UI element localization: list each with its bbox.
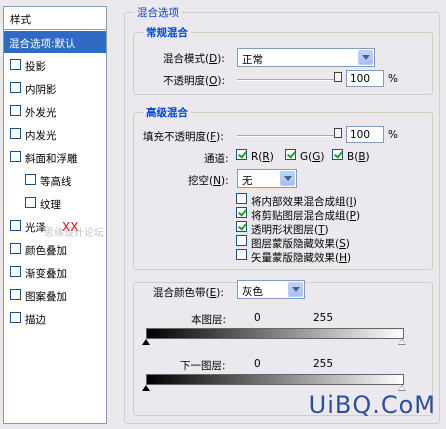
fill-opacity-slider-track[interactable]: [237, 135, 339, 137]
style-item-label: 纹理: [40, 199, 61, 211]
style-item-label: 斜面和浮雕: [25, 153, 78, 165]
vector-mask-hides-effects-label: 矢量蒙版隐藏效果(H): [251, 252, 352, 264]
site-watermark: UiBQ.CoM: [308, 391, 436, 419]
inner-shadow-checkbox[interactable]: [10, 82, 21, 93]
this-layer-gradient: [146, 328, 404, 339]
opacity-input[interactable]: 100: [346, 70, 384, 87]
blend-if-select[interactable]: 灰色: [237, 280, 305, 299]
style-item-outer-glow[interactable]: 外发光: [4, 100, 106, 122]
underlying-layer-max-value: 255: [313, 358, 334, 370]
channel-g-checkbox[interactable]: [285, 149, 296, 160]
blend-if-label: 混合颜色带(E):: [153, 287, 224, 299]
stroke-checkbox[interactable]: [10, 312, 21, 323]
bevel-emboss-checkbox[interactable]: [10, 151, 21, 162]
transparency-shapes-layer-label: 透明形状图层(T): [251, 224, 329, 236]
channel-g-label: G(G): [300, 151, 325, 163]
outer-glow-checkbox[interactable]: [10, 105, 21, 116]
layer-mask-hides-effects-label: 图层蒙版隐藏效果(S): [251, 238, 350, 250]
style-list: 样式 混合选项:默认 投影 内阴影 外发光 内发光 斜面和浮雕 等高线 纹理 光…: [3, 6, 107, 424]
opacity-slider-track[interactable]: [237, 79, 339, 81]
style-item-inner-shadow[interactable]: 内阴影: [4, 77, 106, 99]
pattern-overlay-checkbox[interactable]: [10, 289, 21, 300]
opacity-unit: %: [388, 73, 398, 85]
blend-mode-select[interactable]: 正常: [237, 48, 375, 67]
blending-options-title: 混合选项: [134, 5, 182, 20]
chevron-down-icon: [280, 171, 295, 186]
gradient-overlay-checkbox[interactable]: [10, 266, 21, 277]
style-item-inner-glow[interactable]: 内发光: [4, 123, 106, 145]
underlying-layer-gradient: [146, 374, 404, 385]
layer-mask-hides-effects-checkbox[interactable]: [236, 235, 247, 246]
style-item-label: 光泽: [25, 222, 46, 234]
underlying-layer-black-slider[interactable]: [142, 385, 150, 391]
channel-b-label: B(B): [347, 151, 370, 163]
this-layer-min-value: 0: [254, 312, 261, 324]
inner-glow-checkbox[interactable]: [10, 128, 21, 139]
knockout-value: 无: [242, 175, 253, 187]
channel-r-label: R(R): [251, 151, 274, 163]
style-item-label: 内发光: [25, 130, 57, 142]
style-item-pattern-overlay[interactable]: 图案叠加: [4, 284, 106, 306]
fill-opacity-input[interactable]: 100: [346, 126, 384, 143]
this-layer-black-slider[interactable]: [142, 339, 150, 345]
style-item-label: 渐变叠加: [25, 268, 67, 280]
style-item-label: 描边: [25, 314, 46, 326]
fill-opacity-label: 填充不透明度(F):: [143, 131, 224, 143]
color-overlay-checkbox[interactable]: [10, 243, 21, 254]
style-list-header: 样式: [4, 7, 106, 30]
texture-checkbox[interactable]: [25, 197, 36, 208]
style-item-label: 颜色叠加: [25, 245, 67, 257]
style-item-label: 外发光: [25, 107, 57, 119]
advanced-blending-title: 高级混合: [143, 105, 191, 120]
underlying-layer-label: 下一图层:: [180, 360, 226, 372]
this-layer-label: 本图层:: [191, 314, 227, 326]
chevron-down-icon: [288, 282, 303, 297]
style-item-bevel-emboss[interactable]: 斜面和浮雕: [4, 146, 106, 168]
style-item-label: 混合选项:默认: [9, 38, 76, 50]
this-layer-white-slider[interactable]: [398, 339, 406, 345]
style-item-texture[interactable]: 纹理: [4, 192, 106, 214]
style-item-gradient-overlay[interactable]: 渐变叠加: [4, 261, 106, 283]
transparency-shapes-layer-checkbox[interactable]: [236, 221, 247, 232]
satin-checkbox[interactable]: [10, 220, 21, 231]
channels-label: 通道:: [204, 153, 229, 165]
fill-opacity-unit: %: [388, 129, 398, 141]
style-item-stroke[interactable]: 描边: [4, 307, 106, 329]
drop-shadow-checkbox[interactable]: [10, 59, 21, 70]
style-item-label: 等高线: [40, 176, 72, 188]
style-item-drop-shadow[interactable]: 投影: [4, 54, 106, 76]
general-blending-title: 常规混合: [143, 25, 191, 40]
red-overlay-mark: XX: [62, 220, 79, 234]
this-layer-max-value: 255: [313, 312, 334, 324]
chevron-down-icon: [358, 50, 373, 65]
blend-interior-effects-checkbox[interactable]: [236, 193, 247, 204]
style-item-color-overlay[interactable]: 颜色叠加: [4, 238, 106, 260]
fill-opacity-slider-thumb[interactable]: [334, 128, 342, 138]
blend-clipped-layers-label: 将剪贴图层混合成组(P): [251, 210, 361, 222]
style-item-contour[interactable]: 等高线: [4, 169, 106, 191]
blend-mode-value: 正常: [242, 54, 263, 66]
blend-clipped-layers-checkbox[interactable]: [236, 207, 247, 218]
blend-if-value: 灰色: [242, 286, 263, 298]
knockout-select[interactable]: 无: [237, 169, 297, 188]
knockout-label: 挖空(N):: [188, 175, 229, 187]
blend-interior-effects-label: 将内部效果混合成组(I): [251, 196, 357, 208]
channel-r-checkbox[interactable]: [236, 149, 247, 160]
opacity-slider-thumb[interactable]: [334, 72, 342, 82]
style-item-label: 投影: [25, 61, 46, 73]
style-item-label: 内阴影: [25, 84, 57, 96]
vector-mask-hides-effects-checkbox[interactable]: [236, 249, 247, 260]
blend-mode-label: 混合模式(D):: [163, 53, 225, 65]
opacity-label: 不透明度(O):: [163, 75, 226, 87]
style-item-label: 图案叠加: [25, 291, 67, 303]
channel-b-checkbox[interactable]: [332, 149, 343, 160]
style-item-blending-options[interactable]: 混合选项:默认: [4, 31, 106, 53]
underlying-layer-min-value: 0: [254, 358, 261, 370]
contour-checkbox[interactable]: [25, 174, 36, 185]
